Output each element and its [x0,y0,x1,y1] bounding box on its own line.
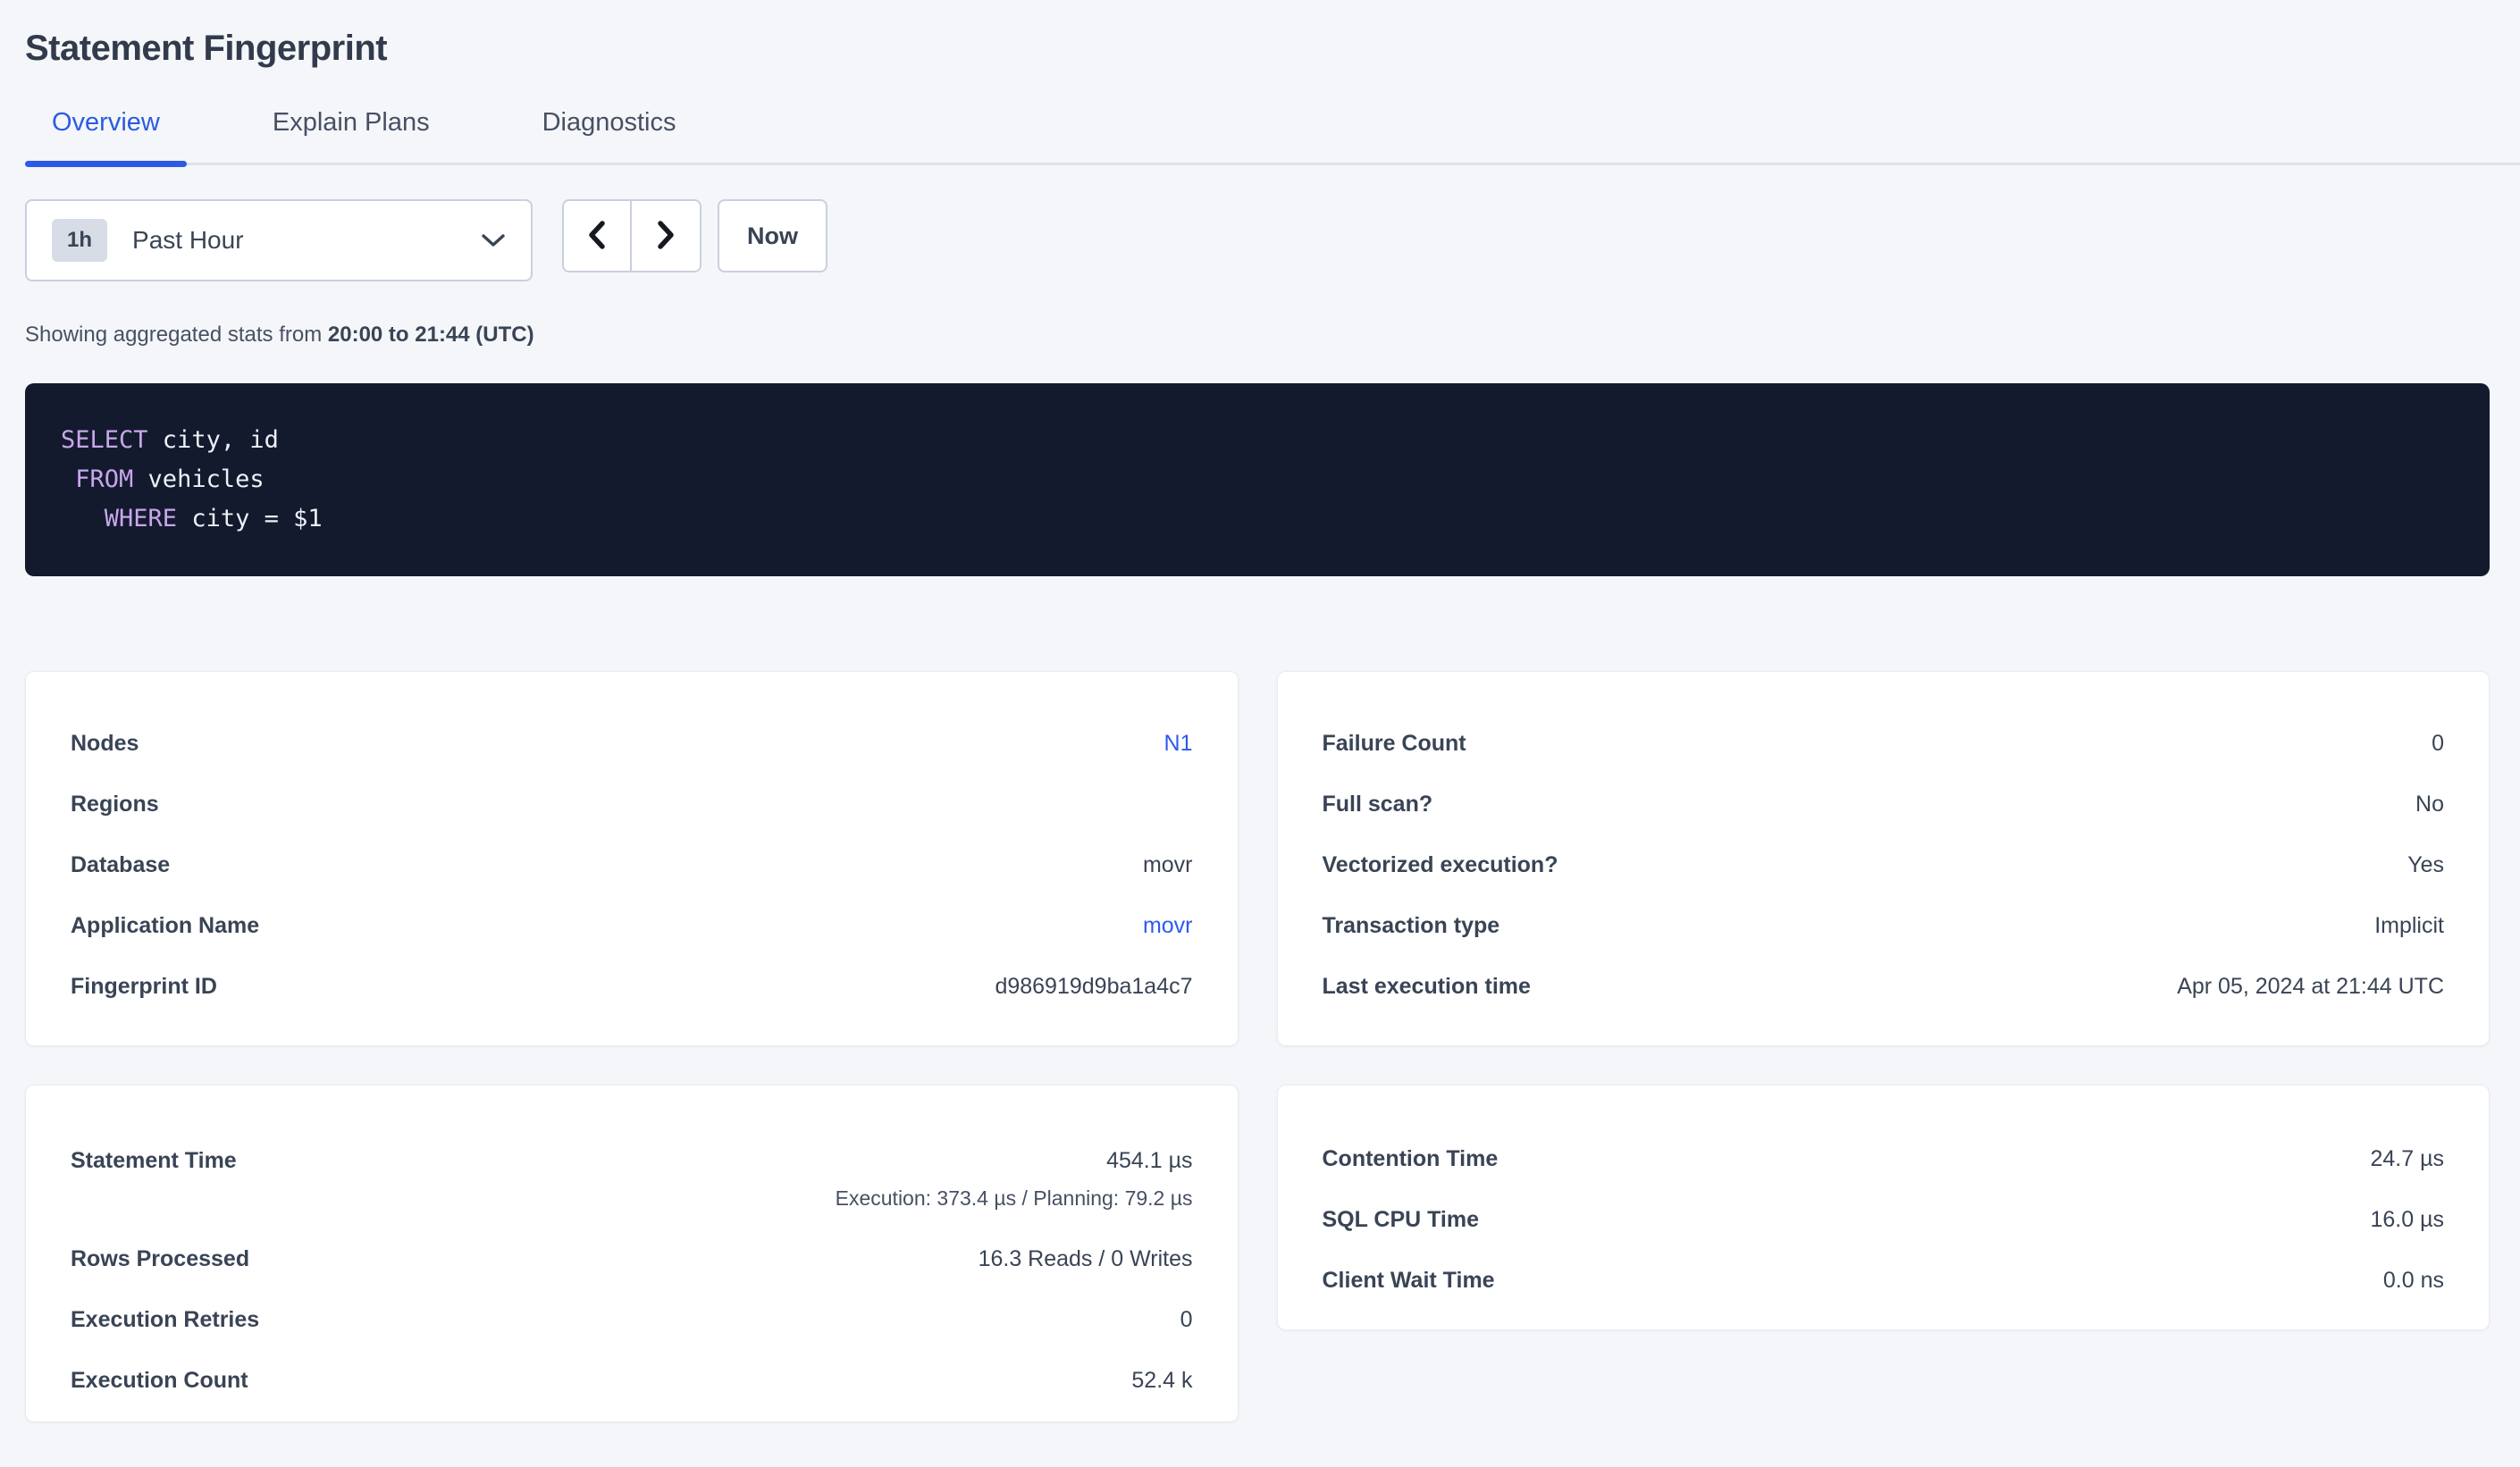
stat-row: SQL CPU Time 16.0 µs [1323,1189,2445,1250]
stat-value: d986919d9ba1a4c7 [995,974,1192,999]
time-interval-label: Past Hour [132,226,244,255]
stat-label: Database [71,850,170,880]
stat-label: SQL CPU Time [1323,1204,1480,1235]
stat-value-wrap: 0 [1180,1304,1193,1335]
stat-value-link[interactable]: movr [1143,913,1193,938]
stat-value: 16.3 Reads / 0 Writes [979,1246,1193,1271]
sql-statement-box: SELECT city, id FROM vehicles WHERE city… [25,383,2490,576]
chevron-down-icon [481,232,506,248]
aggregated-stats-note: Showing aggregated stats from 20:00 to 2… [25,323,2490,348]
stats-time-range: 20:00 to 21:44 (UTC) [328,323,534,347]
stat-label: Statement Time [71,1145,237,1176]
tab-diagnostics[interactable]: Diagnostics [516,108,703,163]
stat-label: Full scan? [1323,789,1433,819]
card-execution-attributes: Failure Count 0 Full scan? No Vectorized exe… [1277,671,2491,1046]
stat-label: Rows Processed [71,1244,249,1274]
chevron-left-icon [584,217,610,256]
stat-label: Nodes [71,728,139,759]
stat-row: Fingerprint ID d986919d9ba1a4c7 [71,956,1193,1017]
stat-value: 24.7 µs [2370,1146,2444,1171]
stat-row: Nodes N1 [71,713,1193,774]
stat-value-wrap: 16.0 µs [2370,1204,2444,1235]
stat-value: movr [1143,852,1193,877]
stat-row: Database movr [71,834,1193,895]
stat-row: Rows Processed 16.3 Reads / 0 Writes [71,1228,1193,1289]
stat-value: 0 [2432,731,2444,756]
stat-row: Application Name movr [71,895,1193,956]
sql-line: FROM vehicles [61,460,2454,499]
stat-value-wrap: Apr 05, 2024 at 21:44 UTC [2177,971,2444,1002]
stat-label: Application Name [71,910,259,941]
stat-label: Failure Count [1323,728,1466,759]
card-wait-timings: Contention Time 24.7 µs SQL CPU Time 16.0 µ… [1277,1085,2491,1330]
stat-value-wrap: 52.4 k [1131,1365,1192,1396]
stat-label: Transaction type [1323,910,1500,941]
stat-value-wrap: No [2415,789,2444,819]
stat-value-wrap: N1 [1164,728,1193,759]
sql-keyword: WHERE [105,505,177,532]
stat-value: 0 [1180,1307,1193,1332]
tab-explain-plans[interactable]: Explain Plans [246,108,457,163]
chevron-right-icon [652,217,679,256]
sql-keyword: FROM [75,465,133,493]
stat-value-link[interactable]: N1 [1164,731,1193,756]
statement-fingerprint-page: Statement Fingerprint Overview Explain Pl… [0,29,2520,1422]
stat-value: Apr 05, 2024 at 21:44 UTC [2177,974,2444,999]
page-title: Statement Fingerprint [25,29,2490,69]
sql-line: SELECT city, id [61,421,2454,460]
stat-label: Contention Time [1323,1144,1499,1174]
tab-overview[interactable]: Overview [25,108,187,163]
stat-label: Execution Retries [71,1304,259,1335]
stat-row: Regions [71,774,1193,834]
time-nav-buttons [562,199,701,272]
stat-value: 16.0 µs [2370,1207,2444,1232]
stat-label: Vectorized execution? [1323,850,1558,880]
stat-label: Last execution time [1323,971,1531,1002]
stat-row: Full scan? No [1323,774,2445,834]
stat-label: Regions [71,789,159,819]
stat-value-wrap: 454.1 µs Execution: 373.4 µs / Planning: … [836,1145,1193,1213]
prev-interval-button[interactable] [564,201,632,271]
stat-value-wrap: movr [1143,910,1193,941]
stat-value: 454.1 µs [1106,1148,1192,1173]
stat-value-wrap: 24.7 µs [2370,1144,2444,1174]
stat-value: Implicit [2374,913,2444,938]
stat-row: Execution Retries 0 [71,1289,1193,1350]
stat-label: Client Wait Time [1323,1265,1495,1295]
stat-value: No [2415,792,2444,817]
now-button[interactable]: Now [718,199,827,272]
card-statement-details: NodesN1RegionsDatabasemovrApplication Na… [25,671,1239,1046]
stat-row: Client Wait Time 0.0 ns [1323,1250,2445,1311]
stats-note-prefix: Showing aggregated stats from [25,323,322,347]
stat-row: Statement Time 454.1 µs Execution: 373.4 µ… [71,1130,1193,1228]
stat-row: Failure Count 0 [1323,713,2445,774]
stat-value-wrap: 16.3 Reads / 0 Writes [979,1244,1193,1274]
stat-subvalue: Execution: 373.4 µs / Planning: 79.2 µs [836,1183,1193,1213]
stat-value: Yes [2407,852,2444,877]
time-interval-badge: 1h [52,219,107,262]
stat-value-wrap: Yes [2407,850,2444,880]
stat-row: Vectorized execution? Yes [1323,834,2445,895]
stat-row: Transaction type Implicit [1323,895,2445,956]
stat-row: Execution Count 52.4 k [71,1350,1193,1411]
stat-value-wrap: d986919d9ba1a4c7 [995,971,1192,1002]
next-interval-button[interactable] [632,201,700,271]
stat-row: Contention Time 24.7 µs [1323,1128,2445,1189]
stat-value-wrap: movr [1143,850,1193,880]
sql-keyword: SELECT [61,426,148,454]
stat-row: Last execution time Apr 05, 2024 at 21:44… [1323,956,2445,1017]
stat-value-wrap: Implicit [2374,910,2444,941]
card-statement-timings: Statement Time 454.1 µs Execution: 373.4 µ… [25,1085,1239,1422]
stat-value-wrap: 0 [2432,728,2444,759]
stat-label: Fingerprint ID [71,971,217,1002]
stats-cards-grid: NodesN1RegionsDatabasemovrApplication Na… [25,671,2490,1422]
stat-value: 52.4 k [1131,1368,1192,1393]
stat-value: 0.0 ns [2383,1268,2444,1293]
stat-value-wrap: 0.0 ns [2383,1265,2444,1295]
time-interval-select[interactable]: 1h Past Hour [25,199,533,281]
time-controls-row: 1h Past Hour [25,199,2490,281]
sql-line: WHERE city = $1 [61,499,2454,539]
stat-label: Execution Count [71,1365,248,1396]
tab-bar: Overview Explain Plans Diagnostics [25,108,2520,165]
